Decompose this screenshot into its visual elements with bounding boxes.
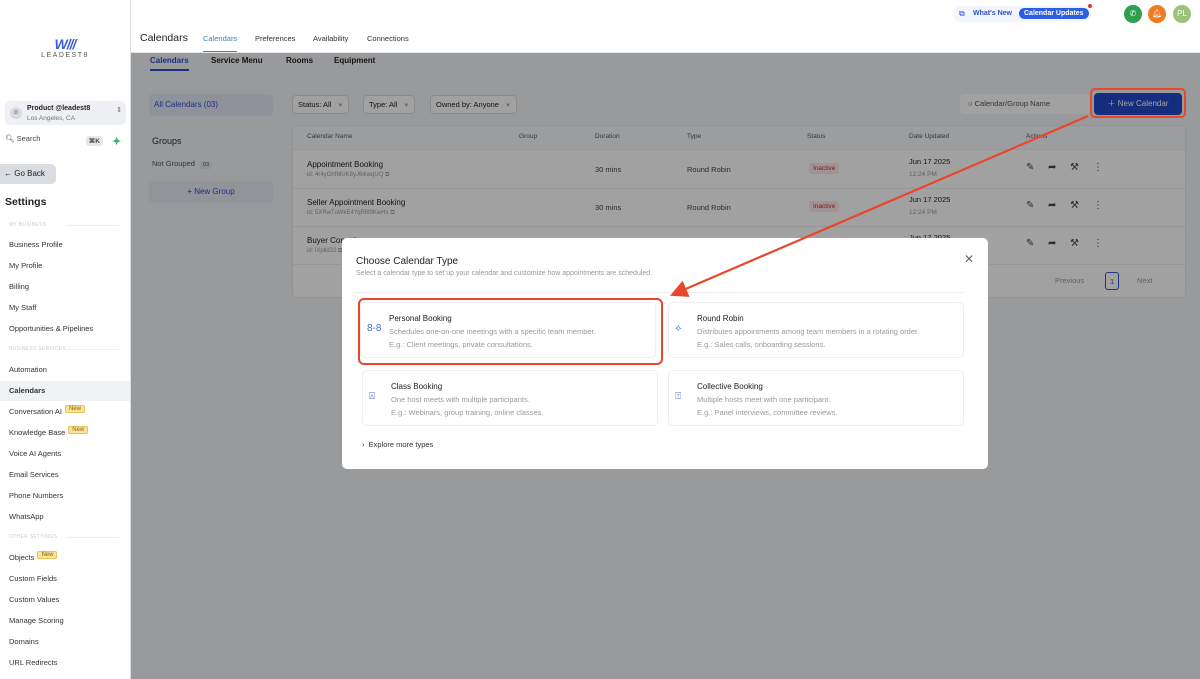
- sidebar-item-custom-fields[interactable]: Custom Fields: [0, 569, 130, 589]
- sidebar-item-label: Billing: [9, 282, 30, 291]
- modal-title: Choose Calendar Type: [356, 256, 459, 267]
- settings-title: Settings: [5, 196, 47, 208]
- card-example: E.g.: Panel interviews, committee review…: [697, 408, 838, 417]
- new-badge: New: [68, 426, 89, 434]
- account-icon: ☺: [10, 107, 22, 119]
- sidebar-item-whatsapp[interactable]: WhatsApp: [0, 507, 130, 527]
- annotation-highlight-personal-booking: [358, 298, 663, 365]
- tab-connections[interactable]: Connections: [367, 34, 409, 43]
- calendar-type-card-collective-booking[interactable]: ⍐ Collective Booking Multiple hosts meet w…: [668, 370, 964, 426]
- sidebar-item-domains[interactable]: Domains: [0, 632, 130, 652]
- logo-mark: W///: [54, 36, 77, 52]
- sidebar-item-email-services[interactable]: Email Services: [0, 465, 130, 485]
- calendar-type-card-round-robin[interactable]: ⟡ Round Robin Distributes appointments amo…: [668, 302, 964, 358]
- card-title: Round Robin: [697, 314, 744, 323]
- bell-icon[interactable]: 🔔︎: [1148, 5, 1166, 23]
- calendar-updates-badge[interactable]: Calendar Updates: [1019, 8, 1089, 19]
- search-label: Search: [16, 134, 41, 143]
- sidebar-item-label: Opportunities & Pipelines: [9, 324, 94, 333]
- card-description: One host meets with multiple participant…: [391, 395, 530, 404]
- modal-subtitle: Select a calendar type to set up your ca…: [356, 270, 653, 277]
- close-icon[interactable]: ✕: [964, 252, 974, 266]
- tab-availability[interactable]: Availability: [313, 34, 348, 43]
- sidebar-item-label: Phone Numbers: [9, 491, 64, 500]
- whats-new-banner[interactable]: ⧉ What's New Calendar Updates: [953, 4, 1092, 22]
- sidebar-item-automation[interactable]: Automation: [0, 360, 130, 380]
- sidebar-item-label: Calendars: [9, 386, 46, 395]
- sidebar-item-calendars[interactable]: Calendars: [0, 381, 130, 401]
- sidebar-item-label: Automation: [9, 365, 47, 374]
- logo-text: LEADEST8: [41, 52, 89, 59]
- account-name: Product @leadest8: [27, 105, 91, 112]
- sidebar-section-label: OTHER SETTINGS: [9, 534, 119, 540]
- sidebar-item-phone-numbers[interactable]: Phone Numbers: [0, 486, 130, 506]
- sidebar: W/// LEADEST8 ☺ Product @leadest8 Los An…: [0, 0, 131, 679]
- sidebar-item-label: Manage Scoring: [9, 616, 64, 625]
- sidebar-section-label: BUSINESS SERVICES: [9, 346, 119, 352]
- card-description: Multiple hosts meet with one participant…: [697, 395, 831, 404]
- page-title: Calendars: [140, 32, 188, 44]
- go-back-button[interactable]: ← Go Back: [0, 164, 56, 184]
- explore-more-types[interactable]: › Explore more types: [362, 440, 433, 449]
- sidebar-item-custom-values[interactable]: Custom Values: [0, 590, 130, 610]
- calendar-type-card-class-booking[interactable]: ⍓ Class Booking One host meets with multip…: [362, 370, 658, 426]
- card-title: Class Booking: [391, 382, 443, 391]
- notification-dot: [1088, 4, 1092, 8]
- sidebar-search[interactable]: 🔍︎ Search ⌘K: [5, 134, 105, 150]
- sidebar-item-business-profile[interactable]: Business Profile: [0, 235, 130, 255]
- sidebar-item-opportunities-pipelines[interactable]: Opportunities & Pipelines: [0, 319, 130, 339]
- sidebar-item-billing[interactable]: Billing: [0, 277, 130, 297]
- sidebar-item-knowledge-base[interactable]: Knowledge Base New: [0, 423, 130, 443]
- sidebar-item-label: Custom Fields: [9, 574, 57, 583]
- card-description: Distributes appointments among team memb…: [697, 327, 920, 336]
- sidebar-item-objects[interactable]: Objects New: [0, 548, 130, 568]
- account-switcher[interactable]: ☺ Product @leadest8 Los Angeles, CA ⇕: [5, 101, 126, 125]
- sidebar-item-label: Custom Values: [9, 595, 60, 604]
- search-shortcut: ⌘K: [85, 136, 103, 146]
- collective-icon: ⍐: [675, 391, 681, 402]
- chevron-updown-icon: ⇕: [116, 107, 122, 114]
- sidebar-item-label: Email Services: [9, 470, 59, 479]
- sidebar-item-label: Business Profile: [9, 240, 63, 249]
- explore-label: Explore more types: [368, 440, 434, 449]
- annotation-highlight-new-calendar: [1090, 88, 1186, 118]
- tab-calendars[interactable]: Calendars: [203, 34, 238, 52]
- sidebar-item-url-redirects[interactable]: URL Redirects: [0, 653, 130, 673]
- account-location: Los Angeles, CA: [27, 115, 76, 122]
- card-title: Collective Booking: [697, 382, 763, 391]
- new-badge: New: [64, 405, 85, 413]
- phone-icon[interactable]: ✆: [1124, 5, 1142, 23]
- sidebar-item-voice-ai-agents[interactable]: Voice AI Agents: [0, 444, 130, 464]
- sidebar-item-label: URL Redirects: [9, 658, 58, 667]
- top-header: Calendars Calendars Preferences Availabi…: [131, 0, 1200, 53]
- search-icon: 🔍︎: [5, 134, 15, 143]
- quick-add-icon[interactable]: ✦: [112, 135, 121, 148]
- sidebar-item-my-staff[interactable]: My Staff: [0, 298, 130, 318]
- sidebar-item-label: My Staff: [9, 303, 37, 312]
- whats-new-label: What's New: [973, 10, 1013, 17]
- sidebar-item-label: Knowledge Base: [9, 428, 66, 437]
- sidebar-item-my-profile[interactable]: My Profile: [0, 256, 130, 276]
- sidebar-item-conversation-ai[interactable]: Conversation AI New: [0, 402, 130, 422]
- sidebar-item-label: WhatsApp: [9, 512, 44, 521]
- tab-preferences[interactable]: Preferences: [255, 34, 295, 43]
- new-badge: New: [37, 551, 58, 559]
- sidebar-item-label: Conversation AI: [9, 407, 62, 416]
- round-robin-icon: ⟡: [675, 323, 682, 334]
- sidebar-item-label: Objects: [9, 553, 35, 562]
- sidebar-item-label: My Profile: [9, 261, 43, 270]
- card-example: E.g.: Webinars, group training, online c…: [391, 408, 544, 417]
- sidebar-section-label: MY BUSINESS: [9, 222, 119, 228]
- sidebar-item-manage-scoring[interactable]: Manage Scoring: [0, 611, 130, 631]
- card-example: E.g.: Sales calls, onboarding sessions.: [697, 340, 826, 349]
- sidebar-item-label: Voice AI Agents: [9, 449, 62, 458]
- sidebar-item-label: Domains: [9, 637, 39, 646]
- logo: W/// LEADEST8: [40, 36, 90, 59]
- class-icon: ⍓: [369, 391, 375, 402]
- avatar[interactable]: PL: [1173, 5, 1191, 23]
- divider: [356, 292, 964, 293]
- megaphone-icon: ⧉: [959, 9, 965, 18]
